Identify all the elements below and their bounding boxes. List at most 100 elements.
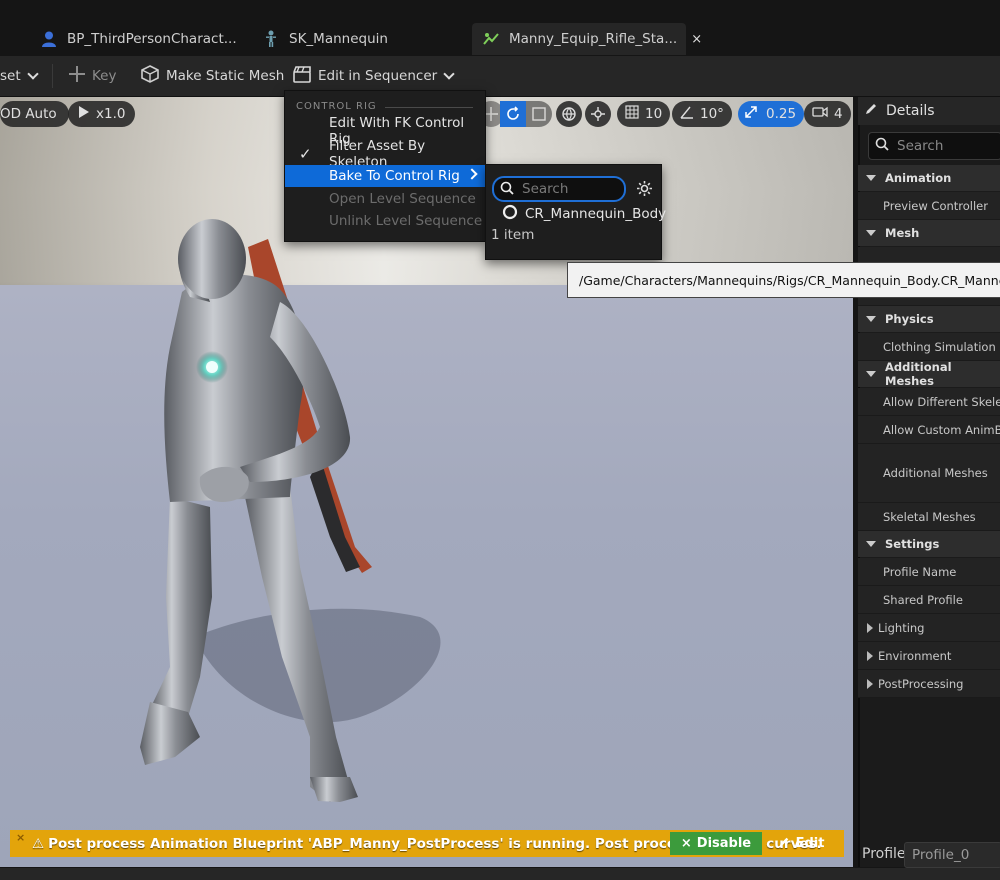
rotation-snap-value: 10° (700, 106, 724, 122)
tab-label: SK_Mannequin (289, 31, 388, 47)
settings-gear-icon[interactable] (636, 180, 653, 201)
details-title: Details (886, 103, 935, 119)
edit-post-process-button[interactable]: Edit (771, 832, 831, 855)
lod-dropdown[interactable]: OD Auto (0, 101, 69, 127)
search-placeholder: Search (522, 181, 569, 197)
make-static-mesh-button[interactable]: Make Static Mesh (140, 56, 284, 96)
prop-label: Allow Custom AnimBP O (883, 422, 1000, 437)
profile-value: Profile_0 (912, 847, 970, 863)
world-local-icon[interactable] (556, 101, 582, 127)
menu-item-bake-to-control-rig[interactable]: Bake To Control Rig (285, 165, 485, 187)
close-tab-icon[interactable]: × (691, 32, 702, 47)
details-header: Details (858, 97, 1000, 125)
prop-label: PostProcessing (878, 676, 964, 691)
static-mesh-icon (140, 64, 160, 88)
prop-allow-different-skeletons: Allow Different Skeletons (858, 388, 1000, 416)
prop-label: Environment (878, 648, 952, 663)
prop-label: Lighting (878, 620, 925, 635)
prop-preview-controller: Preview Controller (858, 192, 1000, 220)
control-rig-search-input[interactable]: Search (492, 176, 626, 202)
toolbar-divider (52, 64, 53, 88)
control-rig-result-label: CR_Mannequin_Body (525, 206, 667, 222)
profile-dropdown[interactable]: Profile_0 (904, 842, 1000, 868)
person-icon (40, 30, 58, 48)
dismiss-warning-icon[interactable]: × (16, 831, 25, 844)
scale-snap-icon (744, 105, 758, 123)
tab-sk-mannequin[interactable]: SK_Mannequin (262, 23, 412, 55)
tab-bp-third-person[interactable]: BP_ThirdPersonCharact... (40, 23, 240, 55)
disable-post-process-button[interactable]: × Disable (670, 832, 762, 855)
prop-label: Skeletal Meshes (883, 509, 976, 524)
surface-snap-icon[interactable] (585, 101, 611, 127)
rotate-icon[interactable] (500, 101, 526, 127)
grid-snap-button[interactable]: 10 (617, 101, 671, 127)
tab-label: BP_ThirdPersonCharact... (67, 31, 237, 47)
tooltip-text: /Game/Characters/Mannequins/Rigs/CR_Mann… (579, 272, 1000, 288)
category-label: Settings (885, 537, 940, 551)
category-label: Mesh (885, 226, 920, 240)
checkmark-icon: ✓ (299, 145, 312, 163)
profile-label: Profile (862, 846, 906, 862)
camera-icon (812, 106, 828, 122)
category-additional-meshes[interactable]: Additional Meshes (858, 360, 1000, 388)
prop-profile-name: Profile Name (858, 558, 1000, 586)
category-animation[interactable]: Animation (858, 165, 1000, 191)
prop-allow-custom-animbp: Allow Custom AnimBP O (858, 416, 1000, 444)
key-button-label: Key (92, 68, 117, 84)
play-icon (78, 105, 90, 123)
menu-item-open-level-sequence[interactable]: Open Level Sequence (285, 188, 485, 210)
menu-item-label: Open Level Sequence (329, 191, 476, 207)
menu-item-filter-asset-by-skeleton[interactable]: ✓ Filter Asset By Skeleton (285, 138, 485, 170)
prop-clothing-simulation: Clothing Simulation Fact (858, 333, 1000, 361)
tab-manny-equip-rifle[interactable]: Manny_Equip_Rifle_Sta... × (472, 23, 702, 55)
sequencer-clapper-icon (292, 64, 312, 88)
category-mesh[interactable]: Mesh (858, 220, 1000, 246)
angle-icon (680, 105, 694, 123)
expand-arrow-icon (866, 230, 876, 236)
prop-label: Profile Name (883, 564, 957, 579)
prop-label: Additional Meshes (883, 466, 988, 480)
edit-in-sequencer-menu: CONTROL RIG Edit With FK Control Rig ✓ F… (284, 90, 486, 242)
collapsed-arrow-icon (867, 622, 873, 633)
prop-shared-profile: Shared Profile (858, 586, 1000, 614)
category-label: Animation (885, 171, 952, 185)
rotation-snap-button[interactable]: 10° (672, 101, 732, 127)
grid-snap-value: 10 (645, 106, 663, 122)
control-rig-result-item[interactable]: CR_Mannequin_Body (502, 204, 666, 224)
collapsed-arrow-icon (867, 678, 873, 689)
menu-item-unlink-level-sequence[interactable]: Unlink Level Sequence (285, 210, 485, 232)
prop-label: Allow Different Skeletons (883, 394, 1000, 409)
collapsed-arrow-icon (867, 650, 873, 661)
camera-speed-button[interactable]: 4 (804, 101, 851, 127)
edit-label: Edit (795, 836, 825, 851)
key-button[interactable]: Key (68, 56, 116, 96)
pencil-icon (778, 836, 790, 852)
prop-postprocessing[interactable]: PostProcessing (858, 670, 1000, 698)
scale-snap-button[interactable]: 0.25 (738, 101, 805, 127)
asset-path-tooltip: /Game/Characters/Mannequins/Rigs/CR_Mann… (567, 262, 1000, 298)
lod-label: OD Auto (0, 106, 57, 122)
details-search-input[interactable]: Search (868, 132, 1000, 160)
scale-icon[interactable] (526, 101, 552, 127)
asset-dropdown[interactable]: set (0, 56, 39, 96)
prop-additional-meshes: Additional Meshes (858, 444, 1000, 503)
play-speed-button[interactable]: x1.0 (68, 101, 136, 127)
scale-snap-value: 0.25 (766, 106, 797, 122)
skeleton-icon (262, 30, 280, 48)
menu-section-divider (385, 107, 473, 108)
menu-section-header: CONTROL RIG (296, 101, 377, 112)
category-settings[interactable]: Settings (858, 531, 1000, 557)
prop-environment[interactable]: Environment (858, 642, 1000, 670)
control-rig-picker: Search CR_Mannequin_Body 1 item (485, 164, 666, 260)
grid-icon (625, 105, 639, 123)
prop-lighting[interactable]: Lighting (858, 614, 1000, 642)
chevron-right-icon (466, 168, 478, 180)
menu-item-label: Unlink Level Sequence (329, 213, 483, 229)
play-speed-label: x1.0 (96, 106, 126, 122)
prop-skeletal-meshes: Skeletal Meshes (858, 503, 1000, 531)
prop-label: Clothing Simulation Fact (883, 339, 1000, 354)
chevron-down-icon (26, 68, 39, 80)
pencil-icon (864, 102, 878, 120)
prop-label: Shared Profile (883, 592, 963, 607)
category-physics[interactable]: Physics (858, 306, 1000, 332)
